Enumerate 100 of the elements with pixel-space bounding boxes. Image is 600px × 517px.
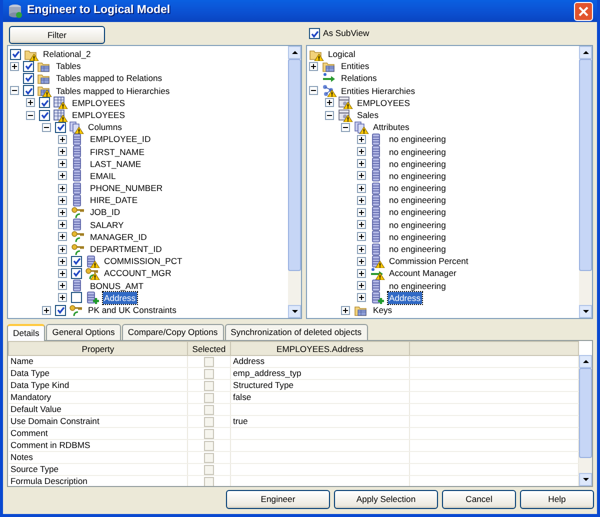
checkbox[interactable]: [71, 256, 82, 267]
expand-toggle[interactable]: [58, 244, 67, 254]
tree-item[interactable]: no engineering: [388, 133, 447, 146]
expand-toggle[interactable]: [58, 268, 67, 278]
expand-toggle[interactable]: [357, 268, 366, 278]
tree-item[interactable]: COMMISSION_PCT: [103, 255, 184, 268]
tree-item[interactable]: Relations: [340, 72, 378, 85]
tree-item[interactable]: Tables mapped to Relations: [55, 72, 164, 85]
scroll-up-button[interactable]: [579, 46, 592, 59]
tree-item[interactable]: SALARY: [89, 218, 125, 231]
expand-toggle[interactable]: [341, 306, 350, 315]
tree-item[interactable]: EMPLOYEES: [71, 108, 126, 122]
tree-item[interactable]: MANAGER_ID: [89, 230, 148, 244]
dialog-button[interactable]: Engineer: [226, 490, 330, 510]
tree-item[interactable]: DEPARTMENT_ID: [89, 243, 163, 256]
expand-toggle[interactable]: [357, 196, 366, 205]
tree-item[interactable]: Address: [388, 292, 422, 304]
tree-item[interactable]: LAST_NAME: [89, 158, 142, 170]
expand-toggle[interactable]: [58, 159, 67, 168]
column-header[interactable]: Selected: [188, 342, 230, 356]
scroll-down-button[interactable]: [579, 305, 592, 318]
tree-item[interactable]: PHONE_NUMBER: [89, 182, 164, 194]
tree-item[interactable]: no engineering: [388, 206, 447, 219]
tree-item[interactable]: PK and UK Constraints: [87, 304, 178, 316]
expand-toggle[interactable]: [10, 62, 19, 71]
tree-item[interactable]: Tables: [55, 60, 82, 72]
expand-toggle[interactable]: [357, 159, 366, 168]
checkbox[interactable]: [23, 85, 34, 96]
collapse-toggle[interactable]: [309, 86, 318, 96]
dialog-button[interactable]: Apply Selection: [334, 490, 438, 510]
expand-toggle[interactable]: [357, 281, 366, 290]
checkbox[interactable]: [10, 48, 21, 60]
checkbox[interactable]: [23, 60, 34, 72]
tree-item[interactable]: Relational_2: [42, 48, 92, 60]
tree-item[interactable]: no engineering: [388, 243, 447, 256]
column-header[interactable]: Property: [8, 342, 188, 356]
tree-item[interactable]: EMAIL: [89, 170, 117, 182]
expand-toggle[interactable]: [26, 98, 35, 108]
expand-toggle[interactable]: [58, 196, 67, 205]
expand-toggle[interactable]: [42, 306, 51, 315]
scroll-up-button[interactable]: [579, 355, 592, 368]
expand-toggle[interactable]: [357, 232, 366, 242]
tab[interactable]: Synchronization of deleted objects: [224, 324, 368, 340]
checkbox[interactable]: [55, 122, 66, 133]
tree-item[interactable]: ACCOUNT_MGR: [103, 267, 172, 280]
checkbox[interactable]: [39, 110, 50, 121]
dialog-button[interactable]: Cancel: [442, 490, 516, 510]
expand-toggle[interactable]: [357, 293, 366, 302]
expand-toggle[interactable]: [58, 147, 67, 156]
tree-item[interactable]: BONUS_AMT: [89, 280, 144, 292]
filter-button[interactable]: Filter: [9, 26, 105, 44]
tree-item[interactable]: Logical: [327, 48, 356, 60]
tab[interactable]: Details: [7, 324, 46, 342]
expand-toggle[interactable]: [325, 98, 334, 108]
expand-toggle[interactable]: [309, 62, 318, 71]
tree-item[interactable]: no engineering: [388, 146, 447, 158]
tree-item[interactable]: Address: [103, 292, 137, 304]
tree-item[interactable]: EMPLOYEES: [356, 96, 412, 109]
tree-item[interactable]: no engineering: [388, 158, 447, 170]
scroll-down-button[interactable]: [288, 305, 301, 318]
checkbox[interactable]: [71, 292, 82, 304]
checkbox[interactable]: [23, 72, 34, 84]
collapse-toggle[interactable]: [26, 110, 35, 120]
expand-toggle[interactable]: [58, 208, 67, 218]
scroll-thumb[interactable]: [579, 368, 592, 458]
collapse-toggle[interactable]: [341, 122, 350, 132]
tree-item[interactable]: FIRST_NAME: [89, 146, 146, 158]
scrollbar[interactable]: [579, 355, 592, 486]
collapse-toggle[interactable]: [10, 86, 19, 96]
expand-toggle[interactable]: [357, 134, 366, 144]
scroll-thumb[interactable]: [579, 59, 592, 271]
tree-item[interactable]: Keys: [372, 304, 394, 316]
close-button[interactable]: [574, 2, 593, 20]
scroll-thumb[interactable]: [288, 59, 301, 271]
expand-toggle[interactable]: [58, 171, 67, 180]
tab[interactable]: General Options: [46, 324, 121, 340]
tree-item[interactable]: Attributes: [372, 121, 410, 134]
column-header[interactable]: EMPLOYEES.Address: [230, 342, 410, 356]
scrollbar[interactable]: [579, 46, 592, 318]
expand-toggle[interactable]: [58, 134, 67, 144]
tree-item[interactable]: Entities: [340, 60, 370, 72]
tree-item[interactable]: no engineering: [388, 218, 447, 231]
tree-item[interactable]: HIRE_DATE: [89, 194, 139, 206]
expand-toggle[interactable]: [58, 220, 67, 230]
expand-toggle[interactable]: [357, 147, 366, 156]
checkbox[interactable]: [39, 97, 50, 108]
expand-toggle[interactable]: [357, 220, 366, 230]
expand-toggle[interactable]: [357, 184, 366, 193]
expand-toggle[interactable]: [58, 293, 67, 302]
scroll-up-button[interactable]: [288, 46, 301, 59]
tree-item[interactable]: EMPLOYEES: [71, 96, 126, 109]
collapse-toggle[interactable]: [325, 110, 334, 120]
expand-toggle[interactable]: [357, 244, 366, 254]
scrollbar[interactable]: [288, 46, 301, 318]
tree-item[interactable]: no engineering: [388, 280, 447, 292]
checkbox[interactable]: [309, 28, 320, 39]
tree-item[interactable]: Tables mapped to Hierarchies: [55, 84, 171, 97]
expand-toggle[interactable]: [357, 256, 366, 266]
tree-item[interactable]: no engineering: [388, 230, 447, 244]
tree-item[interactable]: no engineering: [388, 194, 447, 206]
